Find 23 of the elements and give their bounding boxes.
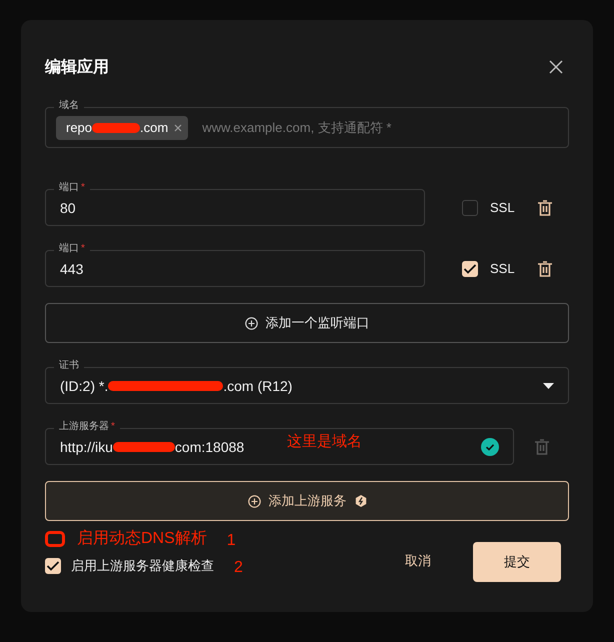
add-port-button[interactable]: 添加一个监听端口 xyxy=(45,303,569,343)
annotation-number: 1 xyxy=(226,530,236,550)
remove-icon[interactable] xyxy=(174,124,182,132)
redaction-mark xyxy=(92,122,140,132)
submit-button[interactable]: 提交 xyxy=(473,542,561,582)
option-label: 启用动态DNS解析 xyxy=(77,528,207,549)
redaction-mark xyxy=(112,442,175,452)
cancel-button[interactable]: 取消 xyxy=(399,551,437,571)
option-label: 启用上游服务器健康检查 xyxy=(71,556,214,574)
ssl-checkbox[interactable] xyxy=(462,200,478,216)
close-icon[interactable] xyxy=(549,60,563,74)
annotation-number: 2 xyxy=(234,558,243,576)
plus-icon xyxy=(244,316,258,330)
domain-tag[interactable]: repo .com xyxy=(56,116,188,140)
lightning-icon xyxy=(354,495,366,507)
option-checkbox[interactable] xyxy=(45,530,65,546)
ssl-label: SSL xyxy=(490,261,515,276)
add-upstream-button[interactable]: 添加上游服务 xyxy=(45,481,569,521)
ssl-label: SSL xyxy=(490,200,515,215)
annotation-text: 这里是域名 xyxy=(287,432,362,451)
dialog-title: 编辑应用 xyxy=(45,57,109,78)
caret-icon xyxy=(543,383,554,389)
plus-icon xyxy=(248,494,260,508)
